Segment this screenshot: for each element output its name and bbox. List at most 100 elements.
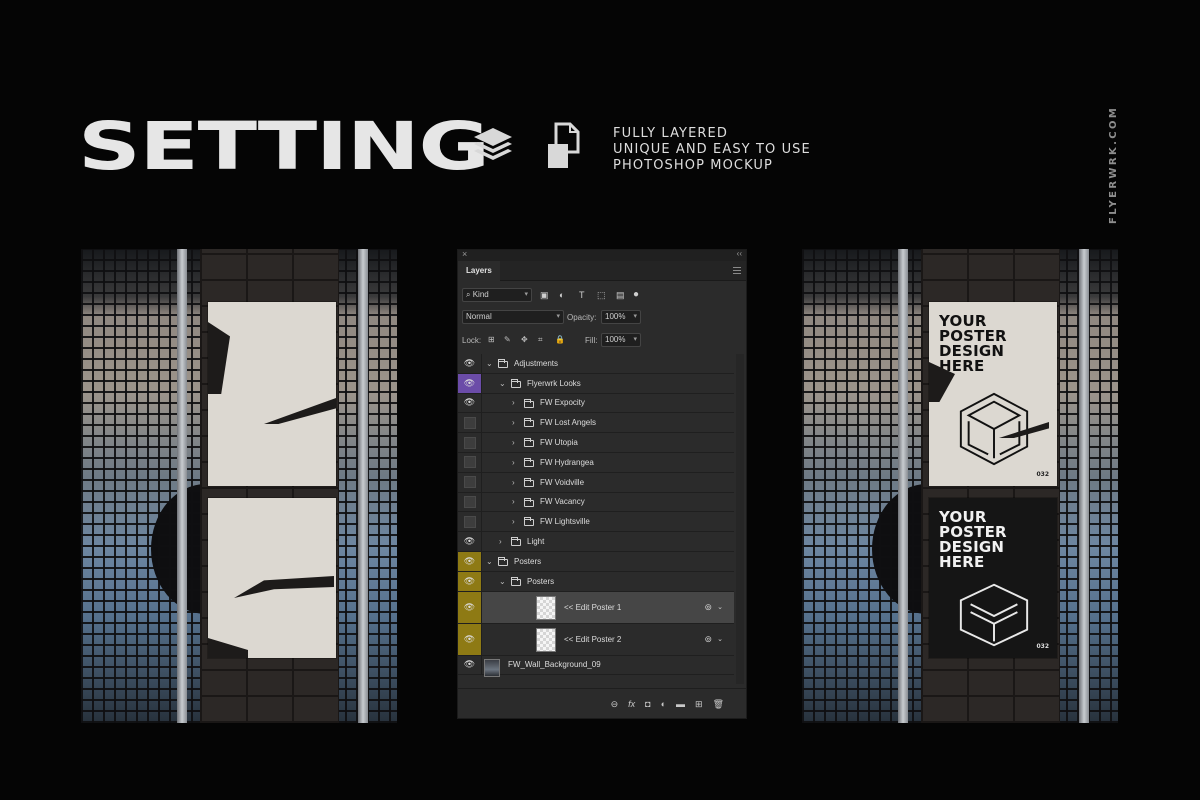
fill-value: 100% xyxy=(605,335,626,344)
visibility-eye-icon[interactable] xyxy=(458,452,482,472)
blend-mode-select[interactable]: Normal ▾ xyxy=(462,310,564,324)
layer-row[interactable]: › FW Lost Angels xyxy=(458,413,734,434)
poster-headline: YOUR POSTER DESIGN HERE xyxy=(939,508,1007,571)
filter-pixel-icon[interactable]: ▣ xyxy=(540,290,549,300)
tab-layers[interactable]: Layers xyxy=(458,261,500,281)
lock-transparent-icon[interactable]: ⊞ xyxy=(488,335,495,344)
layer-name: FW Utopia xyxy=(540,438,578,448)
tagline: FULLY LAYERED UNIQUE AND EASY TO USE PHO… xyxy=(613,126,811,174)
filter-type-icon[interactable]: T xyxy=(579,290,585,300)
chevron-down-icon[interactable]: ⌄ xyxy=(717,592,723,623)
fill-label: Fill: xyxy=(585,336,598,345)
chevron-right-icon[interactable]: › xyxy=(512,453,515,472)
poster-headline: YOUR POSTER DESIGN HERE xyxy=(939,312,1007,375)
lock-brush-icon[interactable]: ✎ xyxy=(504,335,511,344)
layer-row[interactable]: 👁 << Edit Poster 1 ⊚ ⌄ xyxy=(458,591,734,624)
chevron-right-icon[interactable]: › xyxy=(512,433,515,452)
opacity-value: 100% xyxy=(605,312,626,321)
filter-kind-select[interactable]: ⌕ Kind ▾ xyxy=(462,288,532,302)
lock-all-icon[interactable]: 🔒 xyxy=(555,335,565,344)
chevron-right-icon[interactable]: › xyxy=(499,532,502,551)
layer-row[interactable]: › FW Vacancy xyxy=(458,492,734,513)
adjustment-icon[interactable]: ◐ xyxy=(661,699,666,709)
layer-row[interactable]: 👁 › FW Expocity xyxy=(458,393,734,414)
visibility-eye-icon[interactable]: 👁 xyxy=(458,393,482,413)
filter-shape-icon[interactable]: ⬚ xyxy=(597,290,606,300)
visibility-eye-icon[interactable] xyxy=(458,512,482,532)
visibility-eye-icon[interactable] xyxy=(458,413,482,433)
visibility-eye-icon[interactable] xyxy=(458,472,482,492)
layer-row[interactable]: › FW Utopia xyxy=(458,433,734,453)
visibility-eye-icon[interactable]: 👁 xyxy=(458,354,482,373)
layer-row[interactable]: 👁 › Light xyxy=(458,532,734,552)
mask-icon[interactable]: ◘ xyxy=(645,699,650,709)
page-title: SETTING xyxy=(78,108,490,185)
layer-row[interactable]: › FW Lightsville xyxy=(458,512,734,533)
layer-name: FW Voidville xyxy=(540,477,585,487)
folder-icon xyxy=(511,576,521,586)
layer-name: Adjustments xyxy=(514,358,559,368)
visibility-eye-icon[interactable]: 👁 xyxy=(458,591,482,623)
fill-field[interactable]: 100% ▾ xyxy=(601,333,641,347)
visibility-eye-icon[interactable]: 👁 xyxy=(458,623,482,655)
filter-smartobject-icon[interactable]: ▤ xyxy=(616,290,625,300)
poster-code: 032 xyxy=(1036,643,1049,650)
chevron-down-icon: ▾ xyxy=(633,313,637,320)
layer-list-scrollbar[interactable] xyxy=(736,354,744,684)
visibility-eye-icon[interactable]: 👁 xyxy=(458,571,482,591)
header-icons xyxy=(470,122,590,172)
layer-row[interactable]: 👁 << Edit Poster 2 ⊚ ⌄ xyxy=(458,623,734,656)
chevron-right-icon[interactable]: › xyxy=(512,473,515,492)
visibility-eye-icon[interactable]: 👁 xyxy=(458,551,482,571)
layer-name: Flyerwrk Looks xyxy=(527,378,581,388)
filter-toggle-icon[interactable]: ● xyxy=(633,290,639,300)
panel-menu-icon[interactable] xyxy=(733,267,741,274)
opacity-field[interactable]: 100% ▾ xyxy=(601,310,641,324)
layer-thumbnail xyxy=(484,658,500,677)
new-group-icon[interactable]: ▬ xyxy=(676,699,685,709)
visibility-eye-icon[interactable] xyxy=(458,433,482,452)
layer-row[interactable]: 👁 ⌄ Posters xyxy=(458,571,734,592)
layer-name: FW Lost Angels xyxy=(540,418,597,428)
metal-pole xyxy=(358,249,368,723)
chevron-right-icon[interactable]: › xyxy=(512,394,515,413)
visibility-eye-icon[interactable]: 👁 xyxy=(458,655,482,675)
filter-adjustment-icon[interactable]: ◐ xyxy=(559,290,564,300)
chevron-right-icon[interactable]: › xyxy=(512,512,515,531)
designed-poster-dark: YOUR POSTER DESIGN HERE 032 xyxy=(929,498,1057,658)
close-icon[interactable]: × xyxy=(462,250,467,259)
layer-row[interactable]: 👁 ⌄ Adjustments xyxy=(458,354,734,374)
search-icon: ⌕ xyxy=(466,290,473,299)
chevron-down-icon[interactable]: ⌄ xyxy=(717,624,723,655)
link-icon[interactable]: ⊖ xyxy=(611,699,619,709)
layer-name: FW Lightsville xyxy=(540,517,590,527)
chevron-right-icon[interactable]: › xyxy=(512,413,515,432)
layer-name: Posters xyxy=(514,556,542,566)
chevron-down-icon[interactable]: ⌄ xyxy=(499,374,506,393)
visibility-eye-icon[interactable]: 👁 xyxy=(458,532,482,551)
delete-icon[interactable]: 🗑 xyxy=(713,699,724,709)
layer-row[interactable]: 👁 ⌄ Posters xyxy=(458,551,734,572)
chevron-right-icon[interactable]: › xyxy=(512,493,515,512)
folder-icon xyxy=(524,418,534,428)
folder-icon xyxy=(524,457,534,467)
fx-icon[interactable]: fx xyxy=(628,699,635,709)
chevron-down-icon[interactable]: ⌄ xyxy=(486,354,493,373)
metal-pole xyxy=(1079,249,1089,723)
collapse-icon[interactable]: ‹‹ xyxy=(737,250,742,258)
new-layer-icon[interactable]: ⊞ xyxy=(695,699,703,709)
opacity-label: Opacity: xyxy=(567,313,597,322)
tagline-line: UNIQUE AND EASY TO USE xyxy=(613,142,811,157)
folder-icon xyxy=(524,438,534,448)
lock-artboard-icon[interactable]: ⌗ xyxy=(538,335,543,345)
chevron-down-icon[interactable]: ⌄ xyxy=(499,572,506,591)
visibility-eye-icon[interactable]: 👁 xyxy=(458,373,482,393)
visibility-eye-icon[interactable] xyxy=(458,492,482,512)
layer-row[interactable]: 👁 ⌄ Flyerwrk Looks xyxy=(458,373,734,394)
layer-row[interactable]: › FW Voidville xyxy=(458,472,734,493)
lock-move-icon[interactable]: ✥ xyxy=(521,335,528,344)
poster-code: 032 xyxy=(1036,471,1049,478)
layer-row[interactable]: 👁 FW_Wall_Background_09 xyxy=(458,655,734,677)
chevron-down-icon[interactable]: ⌄ xyxy=(486,552,493,571)
layer-row[interactable]: › FW Hydrangea xyxy=(458,452,734,473)
